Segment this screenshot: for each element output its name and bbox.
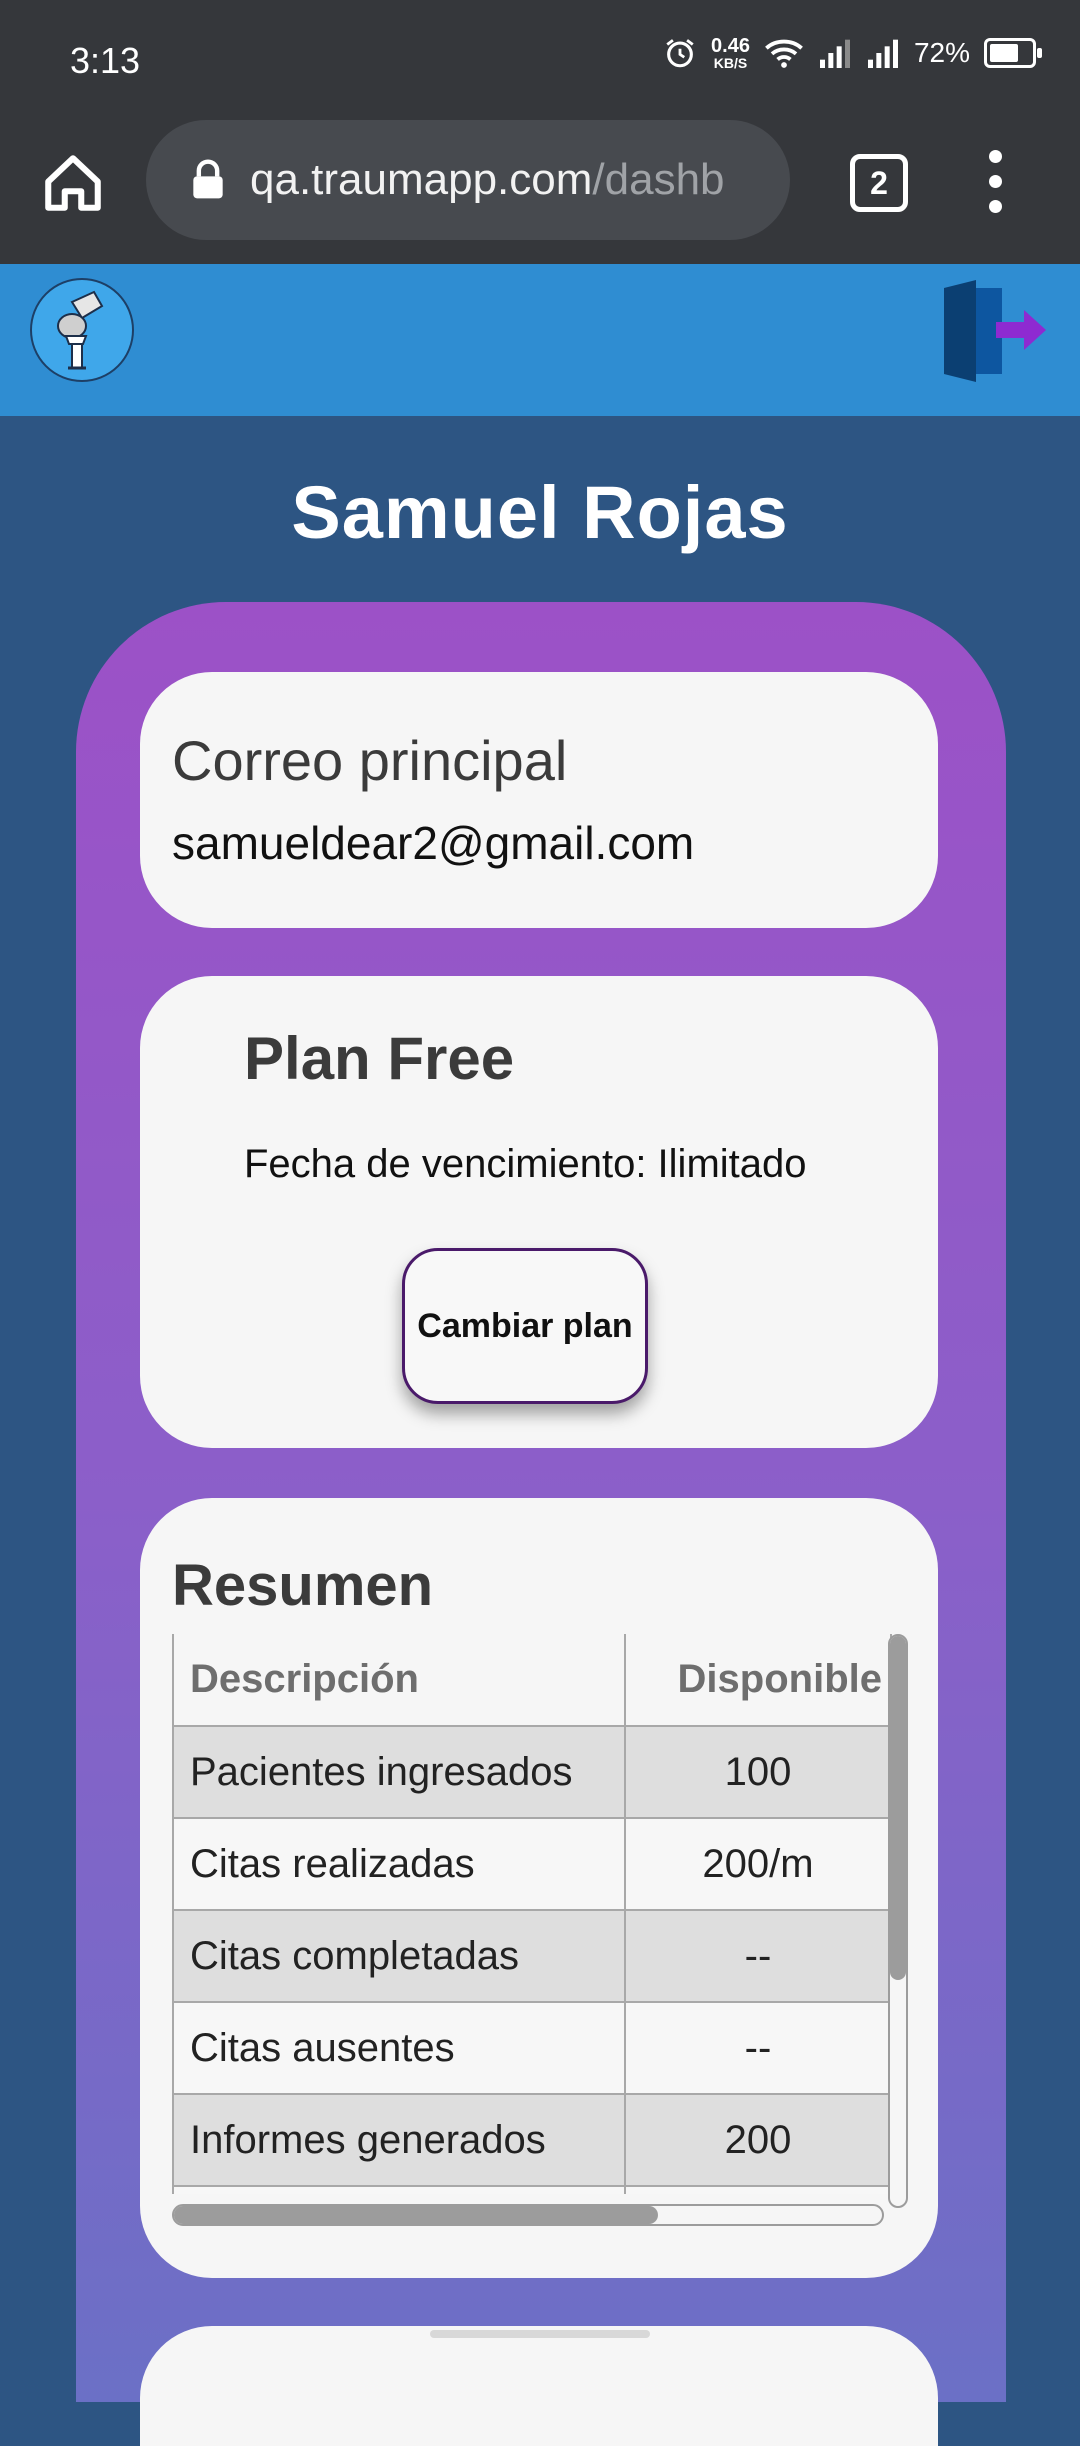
row-available: 100	[624, 1725, 892, 1819]
url-domain: qa.traumapp.com	[250, 155, 593, 204]
app-header	[0, 264, 1080, 416]
row-available	[624, 2185, 892, 2194]
lock-icon	[193, 159, 223, 199]
row-available: 200	[624, 2093, 892, 2187]
row-description: Informes generados	[172, 2093, 626, 2187]
status-time: 3:13	[70, 40, 141, 81]
header-available: Disponible	[624, 1634, 892, 1727]
table-row: Pacientes ingresados 100	[172, 1725, 892, 1819]
email-value: samueldear2@gmail.com	[172, 817, 695, 869]
row-available: 200/m	[624, 1817, 892, 1911]
vertical-scrollbar-thumb[interactable]	[890, 1636, 906, 1980]
row-available: --	[624, 2001, 892, 2095]
row-description: Citas completadas	[172, 1909, 626, 2003]
battery-icon	[984, 38, 1042, 68]
status-icons: 0.46 KB/S 72%	[663, 36, 1042, 70]
browser-toolbar: qa.traumapp.com/dashb 2	[0, 120, 1080, 264]
horizontal-scrollbar-thumb[interactable]	[174, 2206, 658, 2224]
table-row	[172, 2185, 892, 2194]
row-description	[172, 2185, 626, 2194]
network-speed-value: 0.46	[711, 35, 750, 57]
next-card	[140, 2326, 938, 2446]
change-plan-button[interactable]: Cambiar plan	[402, 1248, 648, 1404]
knee-joint-icon	[57, 290, 104, 370]
wifi-icon	[765, 39, 803, 68]
row-description: Citas ausentes	[172, 2001, 626, 2095]
network-speed: 0.46 KB/S	[711, 36, 750, 70]
address-bar[interactable]: qa.traumapp.com/dashb	[146, 120, 790, 240]
status-bar: 3:13 0.46 KB/S 72%	[0, 0, 1080, 120]
profile-panel: Correo principal samueldear2@gmail.com P…	[76, 602, 1006, 2446]
table-row: Citas realizadas 200/m	[172, 1817, 892, 1911]
home-icon[interactable]	[40, 150, 106, 216]
logout-door-icon[interactable]	[940, 278, 1050, 388]
email-card: Correo principal samueldear2@gmail.com	[140, 672, 938, 928]
more-vert-icon[interactable]	[980, 150, 1010, 216]
email-label: Correo principal	[172, 729, 568, 792]
table-row: Informes generados 200	[172, 2093, 892, 2187]
signal-icon-1	[819, 39, 850, 68]
plan-card: Plan Free Fecha de vencimiento: Ilimitad…	[140, 976, 938, 1448]
table-header-row: Descripción Disponible	[172, 1634, 892, 1727]
row-description: Citas realizadas	[172, 1817, 626, 1911]
network-speed-unit: KB/S	[713, 55, 748, 71]
horizontal-scrollbar[interactable]	[172, 2204, 884, 2226]
url-text: qa.traumapp.com/dashb	[250, 155, 770, 205]
row-available: --	[624, 1909, 892, 2003]
summary-card: Resumen Descripción Disponible Pacientes…	[140, 1498, 938, 2278]
alarm-icon	[666, 39, 694, 68]
table-row: Citas completadas --	[172, 1909, 892, 2003]
battery-percent: 72%	[913, 37, 970, 68]
tab-switcher-button[interactable]: 2	[850, 154, 908, 212]
summary-table-scroll[interactable]: Descripción Disponible Pacientes ingresa…	[172, 1634, 900, 2194]
plan-title: Plan Free	[244, 1025, 515, 1092]
header-description: Descripción	[172, 1634, 626, 1727]
next-card-handle	[430, 2330, 650, 2338]
summary-title: Resumen	[172, 1553, 434, 1618]
summary-table: Descripción Disponible Pacientes ingresa…	[172, 1634, 892, 2194]
user-name-heading: Samuel Rojas	[291, 471, 789, 554]
table-row: Citas ausentes --	[172, 2001, 892, 2095]
vertical-scrollbar[interactable]	[888, 1634, 908, 2208]
knee-joint-logo[interactable]	[30, 278, 134, 382]
row-description: Pacientes ingresados	[172, 1725, 626, 1819]
url-path: /dashb	[592, 155, 725, 204]
signal-icon-2	[867, 39, 898, 68]
plan-expiry: Fecha de vencimiento: Ilimitado	[244, 1142, 807, 1186]
